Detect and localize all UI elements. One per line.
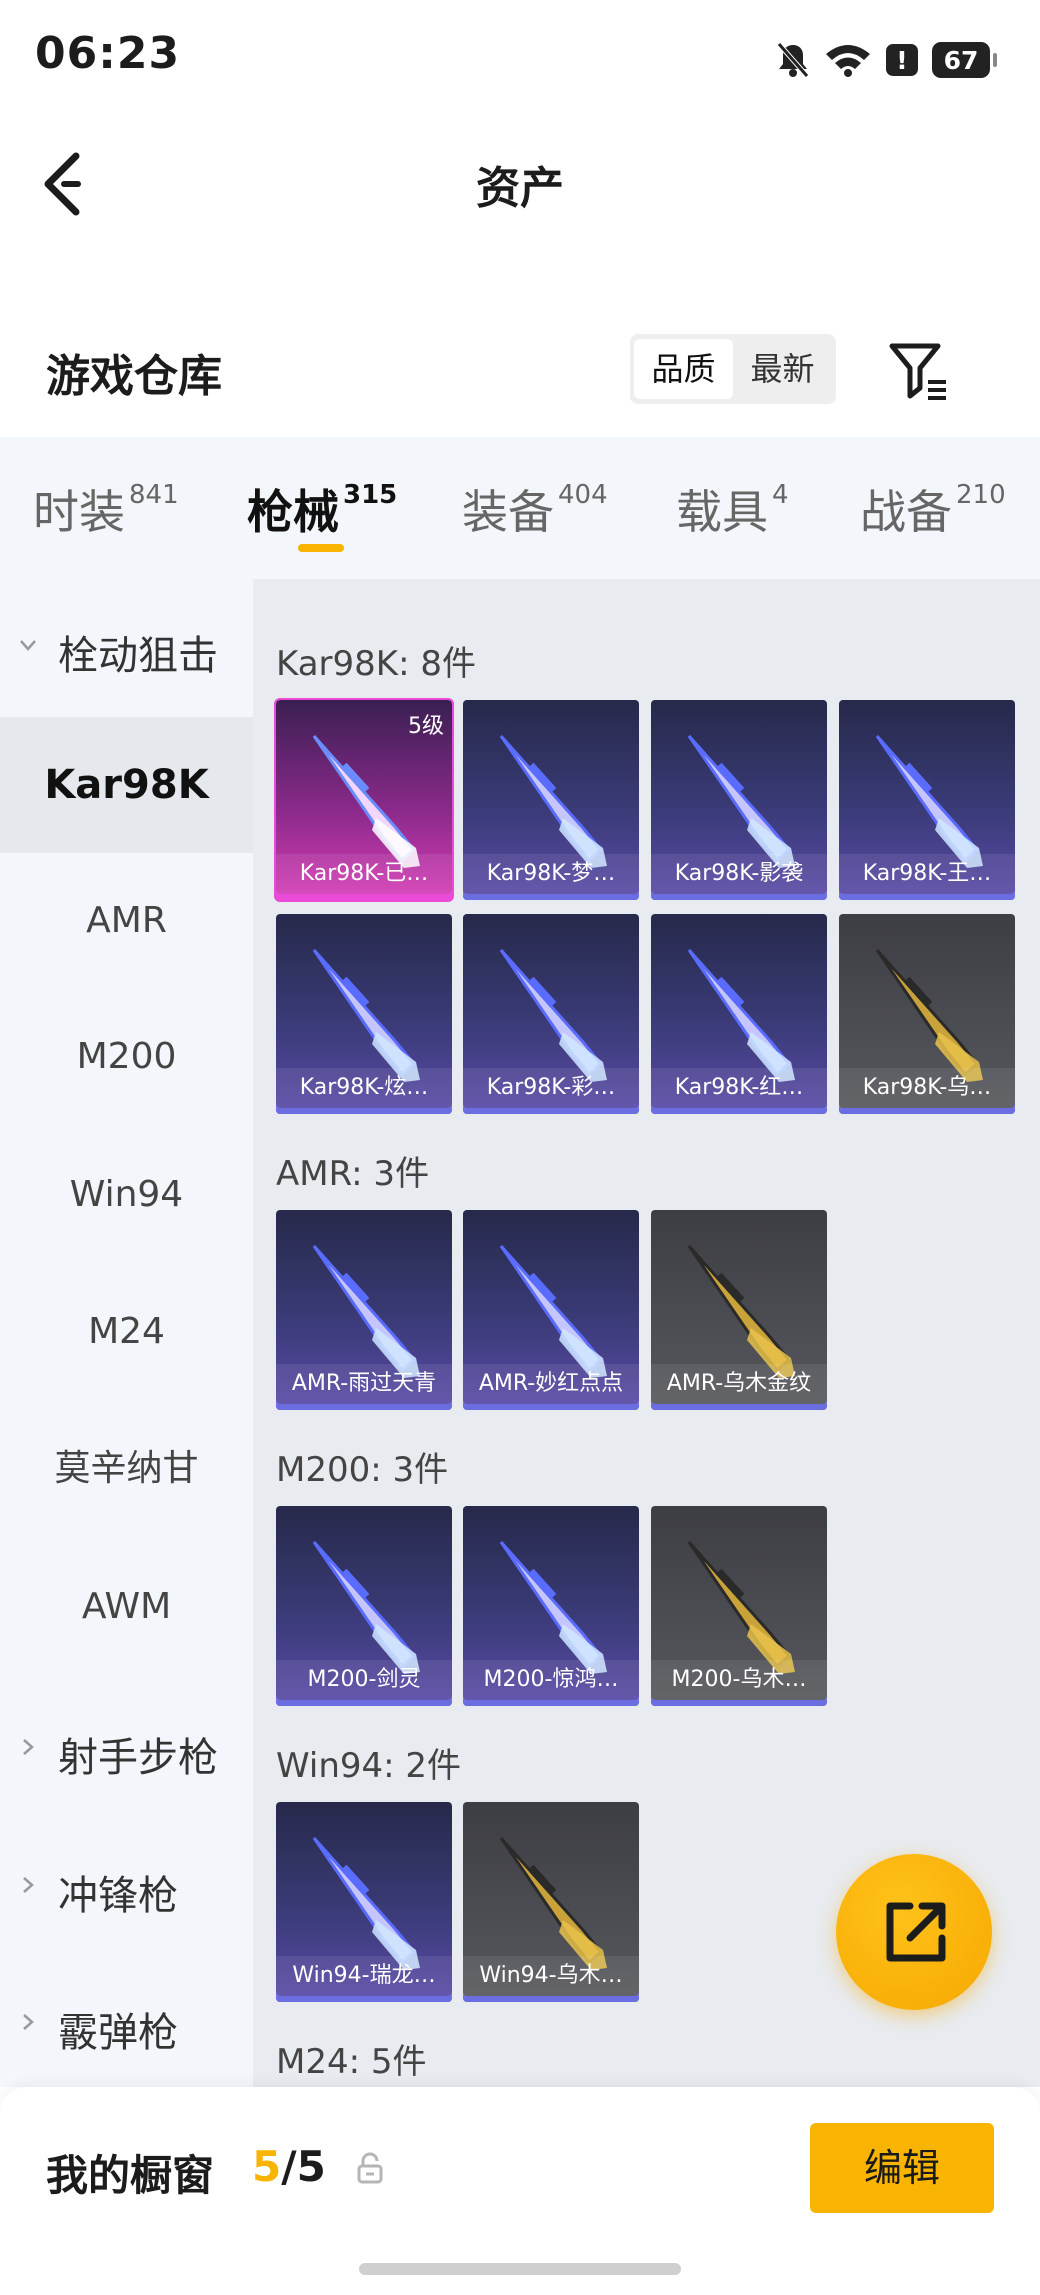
wifi-icon [826,45,870,77]
sidebar-item-win94[interactable]: Win94 [0,1127,253,1263]
tab-count: 315 [343,480,398,510]
sort-by-newest[interactable]: 最新 [733,339,832,399]
sort-toggle: 品质 最新 [630,334,836,404]
status-icons: ! 67 [776,36,997,84]
weapon-card[interactable]: Win94-乌木… [463,1802,639,2002]
chevron-right-icon [23,1739,34,1755]
weapon-card-name: M200-剑灵 [276,1660,452,1700]
sidebar-group-bolt-action[interactable]: 栓动狙击 [0,623,253,683]
tab-count: 4 [772,480,789,510]
sidebar-group-label: 霰弹枪 [58,2010,178,2056]
weapon-card[interactable]: Kar98K-红… [651,914,827,1114]
weapon-card[interactable]: M200-乌木… [651,1506,827,1706]
showcase-count-separator: / [281,2142,297,2191]
status-time: 06:23 [35,28,181,79]
share-icon [886,1902,946,1962]
edit-button[interactable]: 编辑 [810,2123,994,2213]
weapon-card-name: Kar98K-彩… [463,1068,639,1108]
weapon-card-name: AMR-妙红点点 [463,1364,639,1404]
weapon-category-sidebar: 栓动狙击 Kar98K AMR M200 Win94 M24 莫辛纳甘 AWM … [0,579,253,2087]
weapon-card-name: Kar98K-梦… [463,854,639,894]
weapon-card-name: M200-惊鸿… [463,1660,639,1700]
sidebar-group-label: 射手步枪 [58,1735,218,1781]
showcase-count-total: 5 [296,2142,326,2191]
weapon-card[interactable]: AMR-雨过天青 [276,1210,452,1410]
weapon-card[interactable]: Win94-瑞龙… [276,1802,452,2002]
weapon-card[interactable]: Kar98K-乌… [839,914,1015,1114]
tab-fashion[interactable]: 时装 841 [33,476,179,542]
bell-off-icon [777,42,809,78]
filter-button[interactable] [886,338,952,404]
weapon-card-name: M200-乌木… [651,1660,827,1700]
tab-count: 404 [558,480,608,510]
sidebar-group-shotgun[interactable]: 霰弹枪 [0,2000,253,2060]
weapon-card[interactable]: Kar98K-炫… [276,914,452,1114]
weapon-card-name: Kar98K-红… [651,1068,827,1108]
weapon-card[interactable]: M200-惊鸿… [463,1506,639,1706]
weapon-card[interactable]: Kar98K-彩… [463,914,639,1114]
group-header: AMR: 3件 [276,1154,430,1194]
tab-label: 战备 [860,485,952,539]
tab-count: 210 [956,480,1006,510]
chevron-down-icon [20,640,36,651]
sidebar-group-label: 冲锋枪 [58,1873,178,1919]
group-header: Kar98K: 8件 [276,644,476,684]
alert-icon: ! [886,44,918,76]
sidebar-item-kar98k[interactable]: Kar98K [0,717,253,853]
weapon-card[interactable]: Kar98K-影袭 [651,700,827,900]
sort-by-quality[interactable]: 品质 [634,339,733,399]
weapon-card-name: Kar98K-炫… [276,1068,452,1108]
group-header: M24: 5件 [276,2042,427,2082]
sidebar-item-awm[interactable]: AWM [0,1539,253,1675]
tab-label: 枪械 [247,485,339,539]
sidebar-item-m24[interactable]: M24 [0,1264,253,1400]
chevron-right-icon [23,2014,34,2030]
level-badge: 5级 [408,714,444,739]
weapon-card[interactable]: AMR-乌木金纹 [651,1210,827,1410]
weapon-card[interactable]: AMR-妙红点点 [463,1210,639,1410]
group-header: M200: 3件 [276,1450,449,1490]
sidebar-item-m200[interactable]: M200 [0,989,253,1125]
weapon-card-name: Kar98K-影袭 [651,854,827,894]
battery-level: 67 [943,45,979,75]
sidebar-group-marksman[interactable]: 射手步枪 [0,1725,253,1785]
tab-count: 841 [129,480,179,510]
tab-equipment[interactable]: 装备 404 [462,476,608,542]
weapon-card[interactable]: Kar98K-王… [839,700,1015,900]
sidebar-group-label: 栓动狙击 [58,633,218,679]
weapon-card-name: AMR-乌木金纹 [651,1364,827,1404]
tab-vehicles[interactable]: 载具 4 [676,476,789,542]
group-header: Win94: 2件 [276,1746,462,1786]
weapon-card-name: Win94-乌木… [463,1956,639,1996]
weapon-card-name: Kar98K-已… [276,854,452,894]
battery-icon: 67 [932,42,997,78]
tab-supplies[interactable]: 战备 210 [860,476,1006,542]
sidebar-item-amr[interactable]: AMR [0,853,253,989]
page-title: 资产 [476,163,564,214]
weapon-card-name: Kar98K-乌… [839,1068,1015,1108]
showcase-label: 我的橱窗 [46,2151,215,2200]
weapon-card[interactable]: M200-剑灵 [276,1506,452,1706]
tab-label: 时装 [33,485,125,539]
tab-label: 装备 [462,485,554,539]
weapon-card-name: Win94-瑞龙… [276,1956,452,1996]
active-tab-indicator [298,544,344,552]
section-title: 游戏仓库 [46,351,222,402]
filter-icon [889,343,946,400]
chevron-right-icon [23,1877,34,1893]
weapon-card[interactable]: 5级 Kar98K-已… [274,698,454,902]
tab-label: 载具 [676,485,768,539]
home-indicator[interactable] [359,2263,681,2275]
weapon-card[interactable]: Kar98K-梦… [463,700,639,900]
sidebar-group-smg[interactable]: 冲锋枪 [0,1863,253,1923]
sidebar-item-mosin[interactable]: 莫辛纳甘 [0,1401,253,1537]
tab-firearms[interactable]: 枪械 315 [247,476,397,542]
share-button[interactable] [836,1854,992,2010]
showcase-count: 5/5 [252,2142,326,2191]
lock-icon [356,2152,384,2184]
weapon-card-name: AMR-雨过天青 [276,1364,452,1404]
weapon-card-name: Kar98K-王… [839,854,1015,894]
showcase-count-current: 5 [252,2142,282,2191]
